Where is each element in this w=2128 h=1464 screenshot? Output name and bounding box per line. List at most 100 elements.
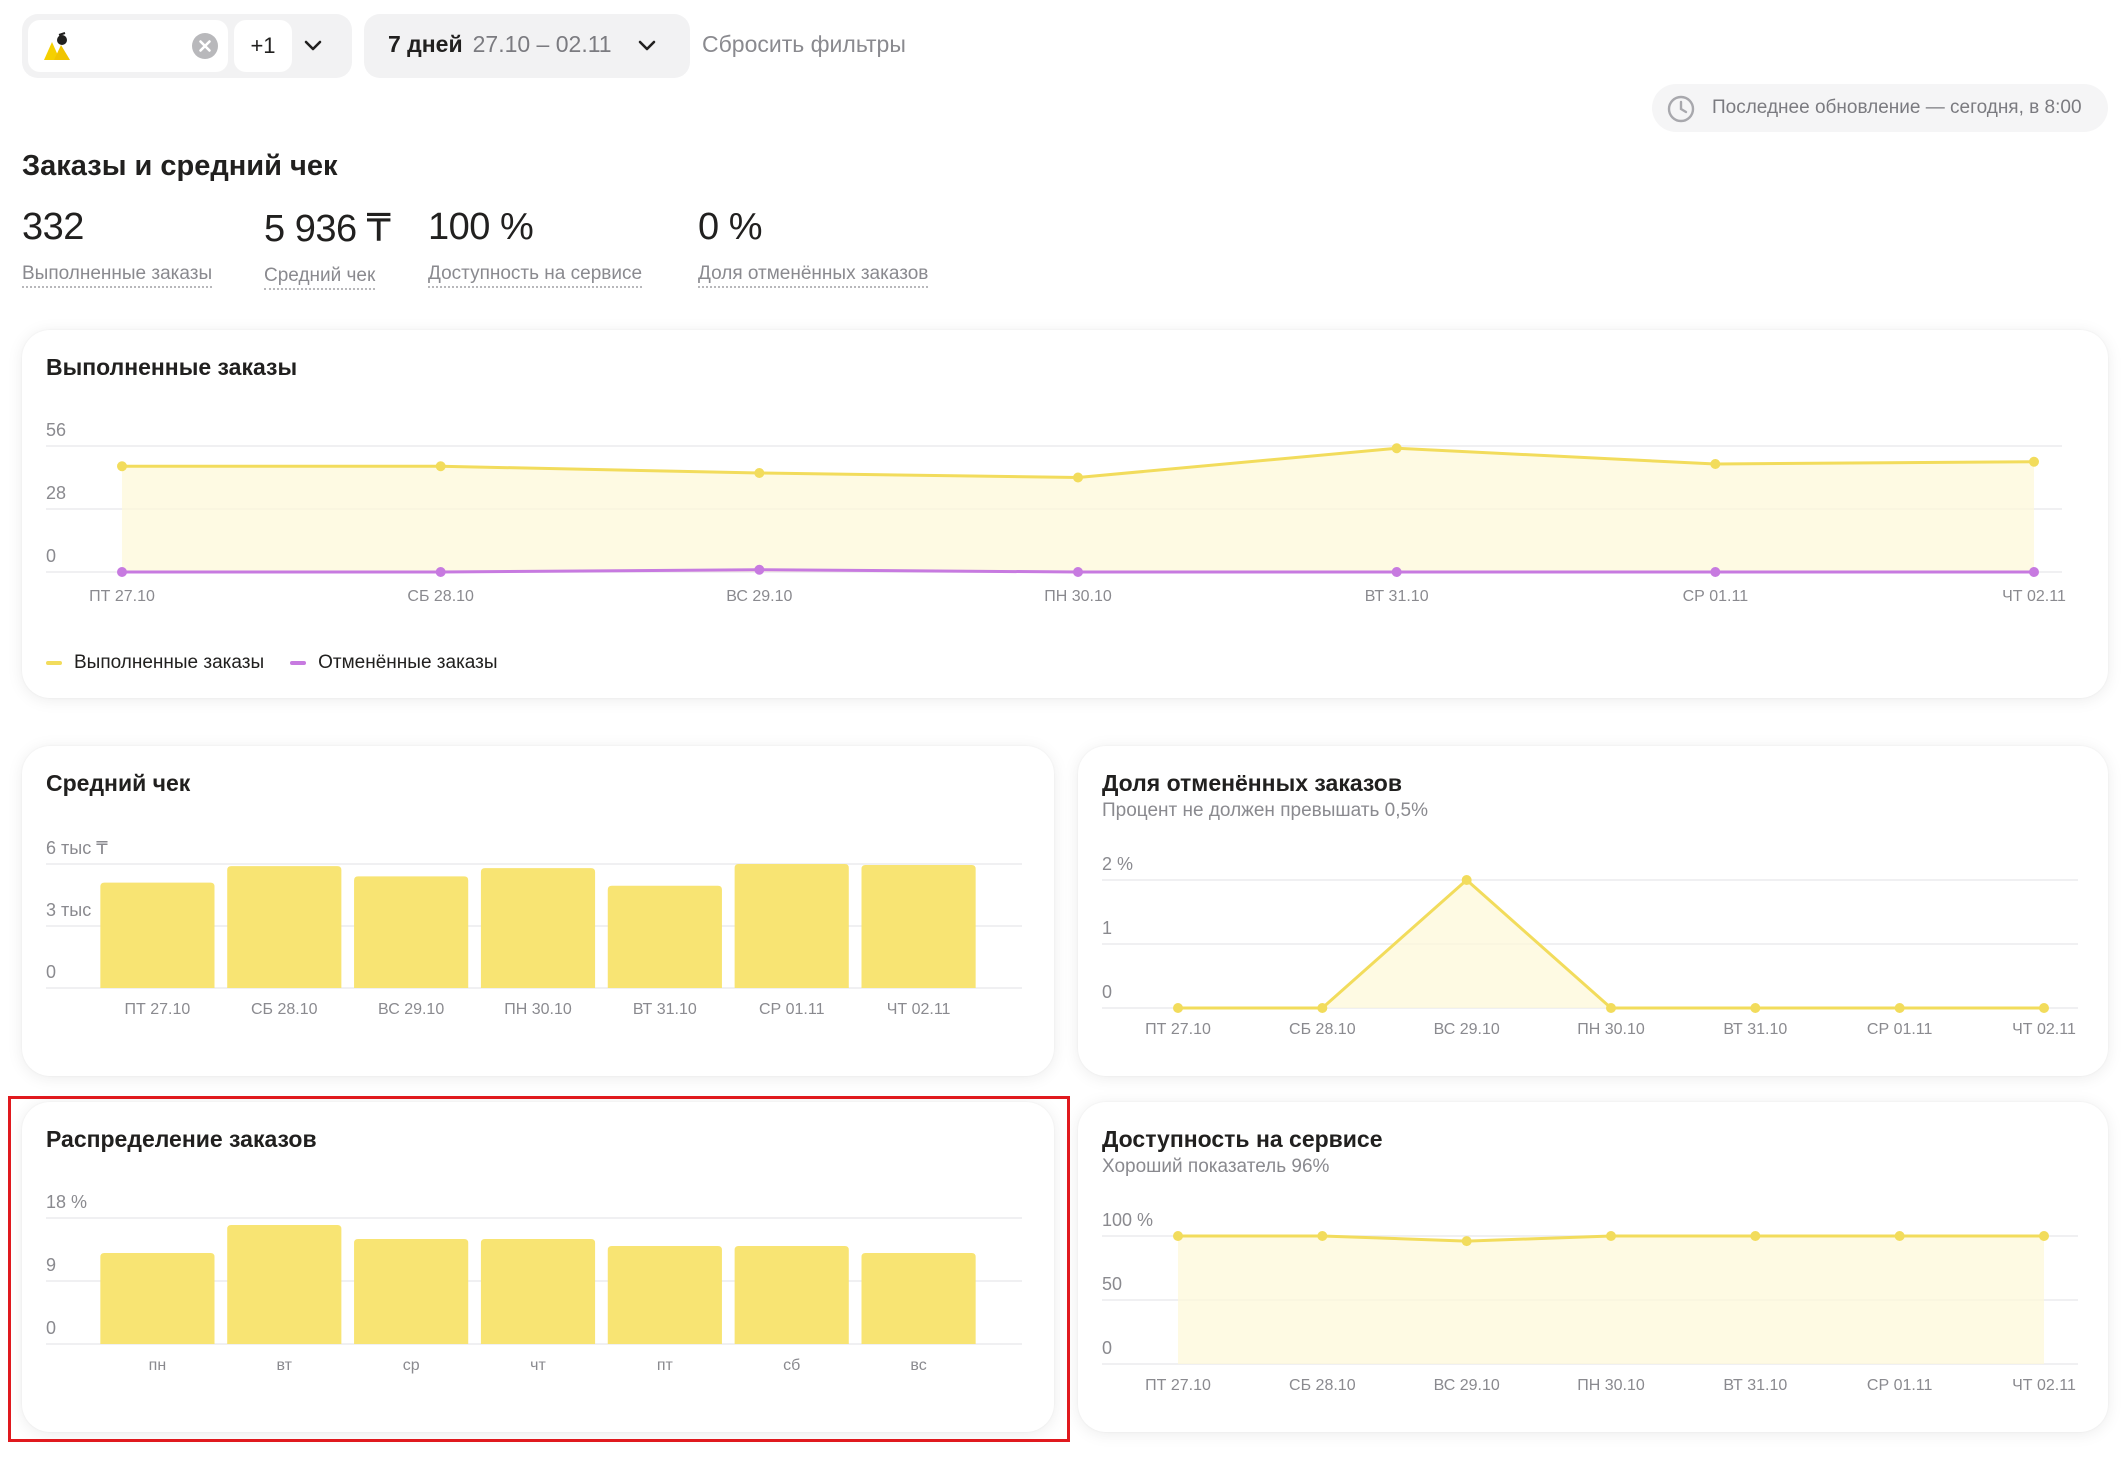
data-point xyxy=(1317,1003,1328,1013)
chart-bar xyxy=(734,864,849,988)
chevron-down-icon[interactable] xyxy=(302,38,324,54)
data-point xyxy=(1461,875,1472,885)
store-logo-icon xyxy=(44,32,70,60)
x-tick-label: СР 01.11 xyxy=(1867,1377,1933,1394)
data-point xyxy=(1461,1236,1472,1247)
y-tick-label: 2 % xyxy=(1102,854,1133,874)
data-point xyxy=(1750,1231,1761,1241)
data-point xyxy=(1173,1231,1183,1241)
last-update-text: Последнее обновление — сегодня, в 8:00 xyxy=(1712,97,2082,118)
chart-bar xyxy=(100,882,215,988)
last-update-badge: Последнее обновление — сегодня, в 8:00 xyxy=(1652,84,2108,132)
section-title: Заказы и средний чек xyxy=(22,150,338,182)
period-range: 27.10 – 02.11 xyxy=(472,31,612,57)
x-tick-label: ПН 30.10 xyxy=(1577,1377,1645,1394)
data-point xyxy=(1073,567,1083,577)
y-tick-label: 0 xyxy=(46,546,56,566)
average-check-chart: 0 3 тыс 6 тыс ₸ ПТ 27.10 СБ 28.10 ВС 29.10 ПН … xyxy=(46,838,1022,1018)
x-tick-label: ПТ 27.10 xyxy=(125,1001,191,1018)
reset-filters-button[interactable]: Сбросить фильтры xyxy=(702,31,906,58)
completed-orders-card: Выполненные заказы 0 28 56 ПТ 27.10 СБ 28.10… xyxy=(22,330,2108,698)
y-tick-label: 0 xyxy=(1102,982,1112,1002)
highlight-frame xyxy=(8,1096,1070,1442)
x-tick-label: СР 01.11 xyxy=(1867,1021,1933,1038)
kpi-completed-orders: 332 Выполненные заказы xyxy=(22,206,213,288)
kpi-value: 0 % xyxy=(698,206,762,248)
x-tick-label: ВС 29.10 xyxy=(726,588,792,605)
data-point xyxy=(435,567,446,577)
store-chip[interactable] xyxy=(28,20,228,72)
data-point xyxy=(117,567,127,577)
extra-stores-count[interactable]: +1 xyxy=(234,20,292,72)
close-icon xyxy=(199,40,211,52)
y-tick-label: 0 xyxy=(1102,1338,1112,1358)
kpi-label[interactable]: Выполненные заказы xyxy=(22,263,213,288)
x-tick-label: СБ 28.10 xyxy=(251,1001,318,1018)
data-point xyxy=(2039,1231,2049,1241)
data-point xyxy=(2029,567,2039,577)
y-tick-label: 1 xyxy=(1102,918,1112,938)
data-point xyxy=(1073,472,1083,483)
chart-bar xyxy=(607,885,722,988)
kpi-value: 100 % xyxy=(428,206,534,248)
kpi-label[interactable]: Доля отменённых заказов xyxy=(698,263,929,288)
x-tick-label: ПТ 27.10 xyxy=(1145,1377,1211,1394)
legend-swatch xyxy=(290,661,307,665)
completed-orders-chart: 0 28 56 ПТ 27.10 СБ 28.10 ВС 29.10 ПН 30.10 ВТ … xyxy=(46,420,2066,605)
x-tick-label: ЧТ 02.11 xyxy=(887,1001,951,1018)
data-point xyxy=(1173,1003,1183,1013)
chart-legend: Выполненные заказы Отменённые заказы xyxy=(46,652,498,674)
chart-bar xyxy=(227,866,342,988)
data-point xyxy=(1317,1231,1328,1241)
data-point xyxy=(1391,443,1402,454)
kpi-label[interactable]: Доступность на сервисе xyxy=(428,263,643,288)
kpi-label[interactable]: Средний чек xyxy=(264,265,376,290)
data-point xyxy=(2029,456,2039,467)
y-tick-label: 28 xyxy=(46,483,66,503)
x-tick-label: ПТ 27.10 xyxy=(89,588,155,605)
cancel-share-card: Доля отменённых заказов Процент не долже… xyxy=(1078,746,2108,1076)
chart-bar xyxy=(861,865,976,988)
clear-store-button[interactable] xyxy=(192,33,218,59)
data-point xyxy=(117,461,127,472)
x-tick-label: СБ 28.10 xyxy=(1289,1377,1356,1394)
kpi-cancel-share: 0 % Доля отменённых заказов xyxy=(698,206,929,288)
x-tick-label: ВТ 31.10 xyxy=(633,1001,697,1018)
legend-label: Выполненные заказы xyxy=(74,652,265,673)
data-point xyxy=(754,468,765,478)
x-tick-label: СР 01.11 xyxy=(1683,588,1749,605)
y-tick-label: 100 % xyxy=(1102,1210,1153,1230)
x-tick-label: ЧТ 02.11 xyxy=(2002,588,2066,605)
data-point xyxy=(1750,1003,1761,1013)
cancel-share-chart: 0 1 2 % ПТ 27.10 СБ 28.10 ВС 29.10 ПН 30.10 ВТ … xyxy=(1102,854,2078,1038)
x-tick-label: ПН 30.10 xyxy=(1577,1021,1645,1038)
x-tick-label: ПТ 27.10 xyxy=(1145,1021,1211,1038)
data-point xyxy=(754,564,765,575)
x-tick-label: СБ 28.10 xyxy=(1289,1021,1356,1038)
x-tick-label: ПН 30.10 xyxy=(504,1001,572,1018)
y-tick-label: 3 тыс xyxy=(46,900,91,920)
data-point xyxy=(1606,1231,1616,1241)
period-filter[interactable]: 7 дней 27.10 – 02.11 xyxy=(364,14,690,78)
chart-bar xyxy=(480,868,596,988)
chevron-down-icon[interactable] xyxy=(636,38,658,54)
kpi-value: 332 xyxy=(22,206,84,248)
data-point xyxy=(1391,567,1402,577)
x-tick-label: ВТ 31.10 xyxy=(1365,588,1429,605)
x-tick-label: СР 01.11 xyxy=(759,1001,825,1018)
store-filter[interactable]: +1 xyxy=(22,14,352,78)
legend-item-cancelled[interactable]: Отменённые заказы xyxy=(290,652,498,674)
legend-item-completed[interactable]: Выполненные заказы xyxy=(46,652,264,674)
y-tick-label: 50 xyxy=(1102,1274,1122,1294)
y-tick-label: 0 xyxy=(46,962,56,982)
data-point xyxy=(1606,1003,1616,1013)
data-point xyxy=(1710,567,1721,577)
kpi-value: 5 936 ₸ xyxy=(264,208,391,250)
legend-swatch xyxy=(46,661,62,665)
x-tick-label: ВС 29.10 xyxy=(1434,1377,1500,1394)
availability-chart: 0 50 100 % ПТ 27.10 СБ 28.10 ВС 29.10 ПН 30.10… xyxy=(1102,1210,2078,1394)
x-tick-label: ЧТ 02.11 xyxy=(2012,1021,2076,1038)
availability-card: Доступность на сервисе Хороший показател… xyxy=(1078,1102,2108,1432)
x-tick-label: ЧТ 02.11 xyxy=(2012,1377,2076,1394)
x-tick-label: ПН 30.10 xyxy=(1044,588,1112,605)
